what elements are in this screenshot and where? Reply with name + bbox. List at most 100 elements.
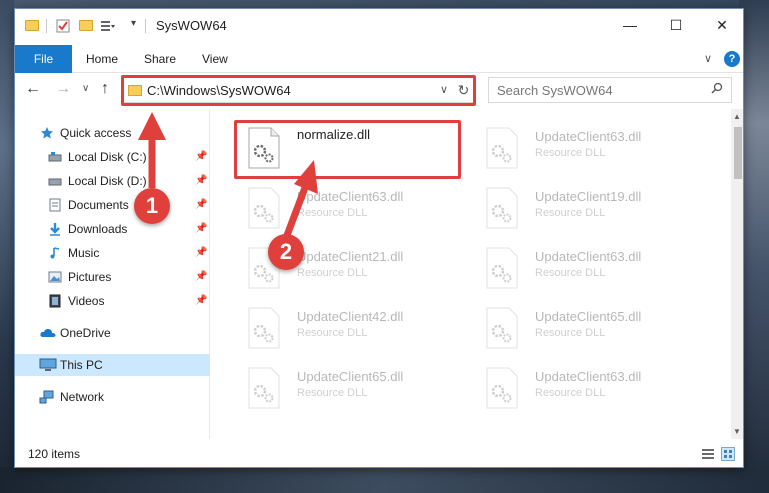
pin-icon: 📌 bbox=[195, 175, 208, 186]
tab-view[interactable]: View bbox=[202, 45, 228, 73]
file-type: Resource DLL bbox=[297, 327, 368, 339]
sidebar-item-label: Local Disk (D:) bbox=[68, 174, 147, 188]
quick-access-dropdown-icon[interactable]: ▾ bbox=[131, 18, 136, 29]
search-input[interactable]: Search SysWOW64 bbox=[488, 77, 732, 103]
search-icon[interactable] bbox=[711, 82, 723, 94]
ribbon-tabs: File Home Share View ∨ ? bbox=[15, 45, 743, 73]
dll-file-icon bbox=[486, 307, 518, 349]
list-item[interactable]: UpdateClient19.dll Resource DLL bbox=[475, 181, 707, 237]
file-name: UpdateClient65.dll bbox=[535, 309, 642, 324]
step-1-badge: 1 bbox=[134, 188, 170, 224]
vertical-scrollbar[interactable]: ▲ ▼ bbox=[731, 109, 743, 439]
list-item[interactable]: UpdateClient63.dll Resource DLL bbox=[475, 241, 707, 297]
divider bbox=[46, 19, 47, 33]
dll-file-icon bbox=[248, 307, 280, 349]
pin-icon: 📌 bbox=[195, 247, 208, 258]
sidebar-item-this-pc[interactable]: This PC bbox=[15, 354, 210, 376]
sidebar-item-local-disk-c[interactable]: Local Disk (C:) 📌 bbox=[15, 146, 210, 168]
sidebar-item-label: Videos bbox=[68, 294, 105, 308]
recent-locations-icon[interactable]: ∨ bbox=[82, 83, 89, 94]
minimize-button[interactable]: — bbox=[607, 9, 653, 41]
status-bar: 120 items bbox=[15, 441, 743, 467]
file-type: Resource DLL bbox=[535, 207, 606, 219]
forward-button[interactable]: → bbox=[55, 80, 71, 98]
onedrive-icon bbox=[40, 328, 56, 337]
file-name: UpdateClient65.dll bbox=[297, 369, 404, 384]
videos-icon bbox=[49, 294, 61, 308]
file-explorer-window: ▾ SysWOW64 — ☐ ✕ File Home Share View ∨ … bbox=[14, 8, 744, 468]
file-name: UpdateClient21.dll bbox=[297, 249, 404, 264]
dll-file-icon bbox=[486, 187, 518, 229]
sidebar-item-pictures[interactable]: Pictures 📌 bbox=[15, 266, 210, 288]
file-name: UpdateClient63.dll bbox=[535, 129, 642, 144]
list-item[interactable]: UpdateClient63.dll Resource DLL bbox=[237, 181, 469, 237]
desktop-background-bottom bbox=[0, 467, 769, 493]
dll-file-icon bbox=[486, 247, 518, 289]
large-icons-view-icon[interactable] bbox=[721, 447, 735, 461]
address-highlight-box bbox=[121, 75, 476, 106]
file-type: Resource DLL bbox=[297, 267, 368, 279]
sidebar-item-quick-access[interactable]: Quick access bbox=[15, 122, 210, 144]
scroll-down-icon[interactable]: ▼ bbox=[733, 427, 741, 436]
pictures-icon bbox=[48, 271, 62, 283]
properties-icon[interactable] bbox=[55, 18, 71, 34]
sidebar-item-label: Downloads bbox=[68, 222, 128, 236]
scroll-up-icon[interactable]: ▲ bbox=[733, 112, 741, 121]
pin-icon: 📌 bbox=[195, 271, 208, 282]
documents-icon bbox=[49, 198, 61, 212]
pin-icon: 📌 bbox=[195, 151, 208, 162]
pin-icon: 📌 bbox=[195, 223, 208, 234]
sidebar-item-label: This PC bbox=[60, 358, 103, 372]
list-item[interactable]: UpdateClient42.dll Resource DLL bbox=[237, 301, 469, 357]
help-icon[interactable]: ? bbox=[724, 51, 740, 67]
list-item[interactable]: UpdateClient65.dll Resource DLL bbox=[237, 361, 469, 417]
divider bbox=[145, 19, 146, 33]
music-icon bbox=[50, 247, 60, 259]
sidebar-item-documents[interactable]: Documents 📌 bbox=[15, 194, 210, 216]
dll-file-icon bbox=[486, 367, 518, 409]
tab-home[interactable]: Home bbox=[86, 45, 118, 73]
dll-file-icon bbox=[486, 127, 518, 169]
file-type: Resource DLL bbox=[535, 267, 606, 279]
sidebar-item-label: Network bbox=[60, 390, 105, 404]
customize-toolbar-icon[interactable] bbox=[100, 18, 116, 34]
tab-share[interactable]: Share bbox=[144, 45, 176, 73]
desktop-background-left bbox=[0, 0, 14, 493]
file-type: Resource DLL bbox=[535, 327, 606, 339]
address-row: ← → ∨ ↑ C:\Windows\SysWOW64 ∨ ↻ Search S… bbox=[15, 73, 743, 107]
details-view-icon[interactable] bbox=[701, 447, 715, 461]
tab-file[interactable]: File bbox=[15, 45, 72, 73]
star-icon bbox=[41, 127, 53, 139]
scroll-thumb[interactable] bbox=[734, 127, 742, 179]
expand-ribbon-icon[interactable]: ∨ bbox=[704, 52, 712, 65]
list-item[interactable]: UpdateClient65.dll Resource DLL bbox=[475, 301, 707, 357]
sidebar-item-videos[interactable]: Videos 📌 bbox=[15, 290, 210, 312]
title-bar: ▾ SysWOW64 — ☐ ✕ bbox=[15, 9, 743, 43]
dll-file-icon bbox=[248, 187, 280, 229]
file-name: UpdateClient42.dll bbox=[297, 309, 404, 324]
file-type: Resource DLL bbox=[535, 387, 606, 399]
list-item[interactable]: UpdateClient63.dll Resource DLL bbox=[475, 361, 707, 417]
new-folder-icon[interactable] bbox=[79, 20, 93, 31]
drive-icon bbox=[48, 152, 62, 162]
sidebar-item-label: Documents bbox=[68, 198, 129, 212]
close-button[interactable]: ✕ bbox=[699, 9, 743, 41]
back-button[interactable]: ← bbox=[25, 80, 41, 98]
pin-icon: 📌 bbox=[195, 199, 208, 210]
sidebar-item-label: Quick access bbox=[60, 126, 132, 140]
sidebar-item-downloads[interactable]: Downloads 📌 bbox=[15, 218, 210, 240]
file-list: normalize.dll UpdateClient63.dll Resourc… bbox=[211, 109, 731, 439]
maximize-button[interactable]: ☐ bbox=[653, 9, 699, 41]
step-2-badge: 2 bbox=[268, 234, 304, 270]
up-button[interactable]: ↑ bbox=[101, 80, 109, 98]
sidebar-item-music[interactable]: Music 📌 bbox=[15, 242, 210, 264]
file-highlight-box bbox=[234, 120, 461, 179]
sidebar-item-network[interactable]: Network bbox=[15, 386, 210, 408]
sidebar-item-local-disk-d[interactable]: Local Disk (D:) 📌 bbox=[15, 170, 210, 192]
file-name: UpdateClient19.dll bbox=[535, 189, 642, 204]
list-item[interactable]: UpdateClient63.dll Resource DLL bbox=[475, 121, 707, 177]
folder-icon bbox=[25, 20, 39, 31]
file-name: UpdateClient63.dll bbox=[535, 249, 642, 264]
sidebar-item-label: Music bbox=[68, 246, 100, 260]
sidebar-item-onedrive[interactable]: OneDrive bbox=[15, 322, 210, 344]
